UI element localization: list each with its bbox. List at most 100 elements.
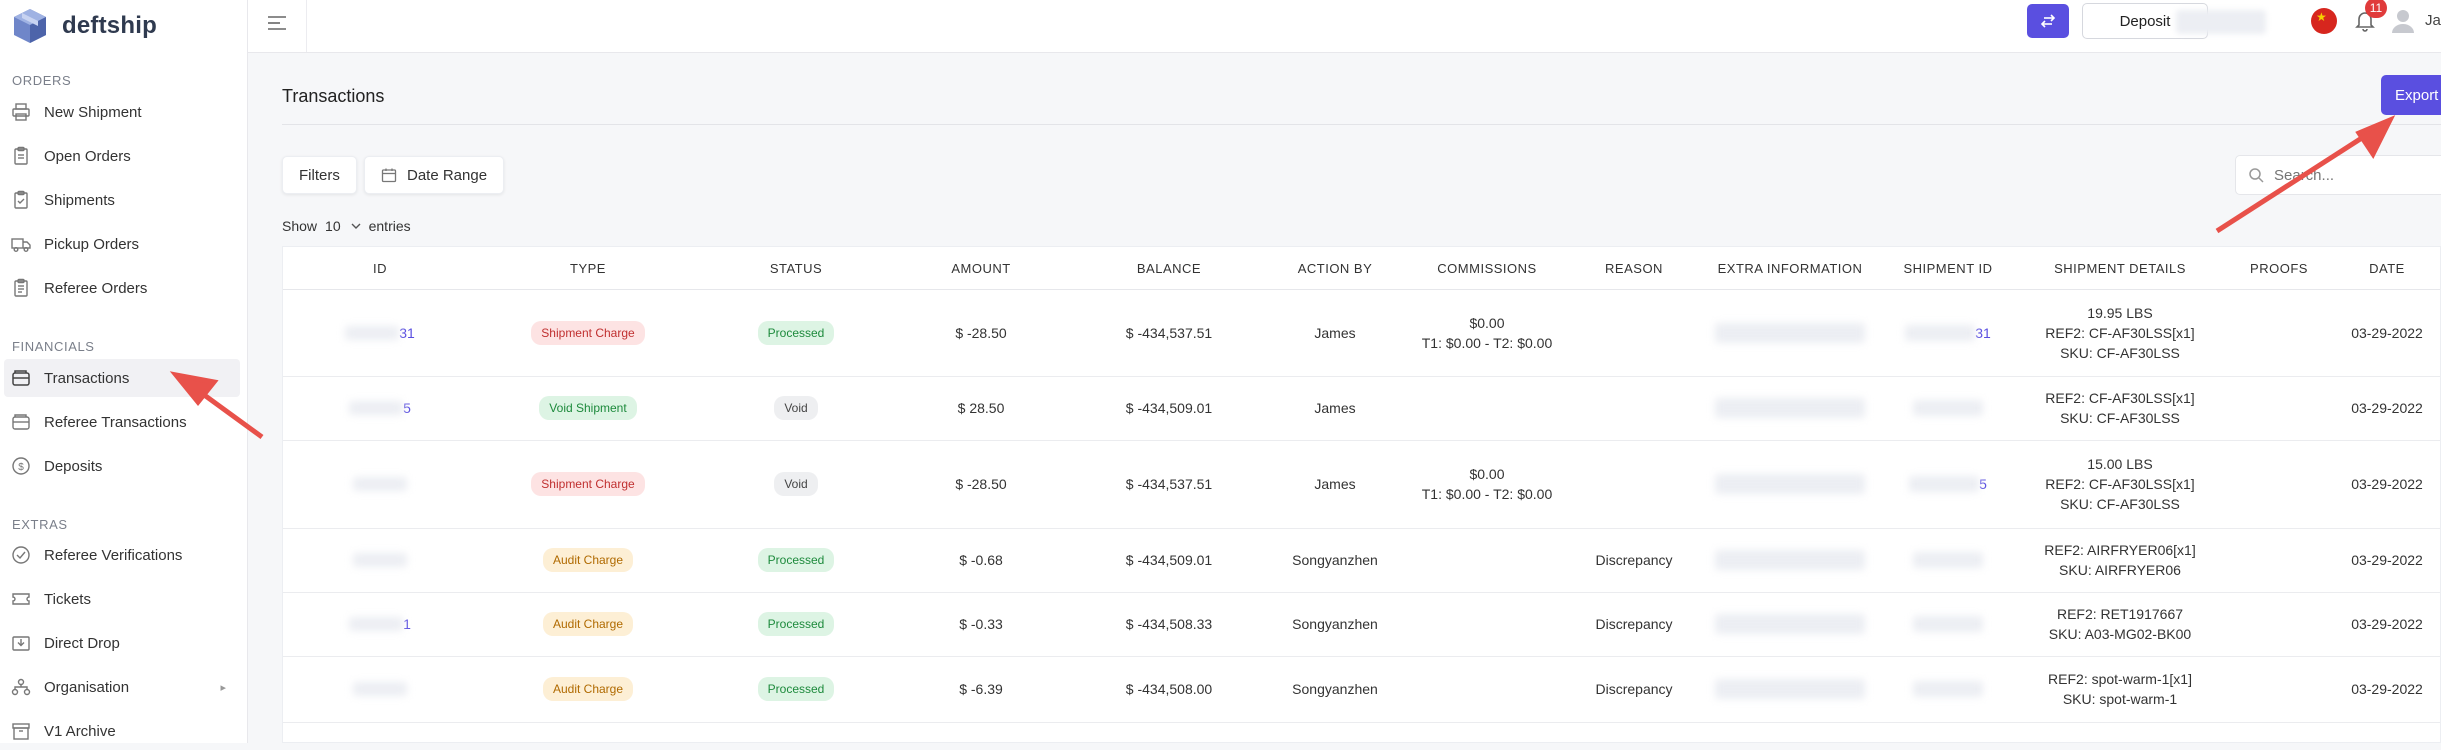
table-cell: 03-29-2022 — [2312, 528, 2440, 592]
column-header[interactable]: SHIPMENT DETAILS — [2045, 247, 2195, 289]
date-value: 03-29-2022 — [2351, 324, 2423, 341]
table-cell: 15.00 LBS REF2: CF-AF30LSS[x1] SKU: CF-AF3… — [2020, 440, 2220, 528]
shipment-detail-line: SKU: CF-AF30LSS — [2060, 344, 2180, 361]
entries-select[interactable]: 10 — [325, 218, 361, 234]
type-badge: Shipment Charge — [531, 472, 645, 496]
avatar[interactable] — [2389, 6, 2417, 34]
table-cell — [1397, 656, 1577, 722]
transactions-table: ID TYPE STATUS AMOUNT BALANCE ACTION BY COMMIS… — [282, 246, 2441, 743]
brand-name: deftship — [62, 12, 157, 39]
action-by-value: James — [1314, 400, 1356, 416]
column-header[interactable]: ID — [305, 247, 455, 289]
sidebar-item-label: Transactions — [44, 369, 130, 387]
topbar-divider — [306, 0, 307, 52]
sidebar-item-tickets[interactable]: Tickets — [0, 580, 240, 618]
sidebar-item-organisation[interactable]: Organisation ▸ — [0, 668, 240, 706]
sidebar-item-deposits[interactable]: $ Deposits — [0, 447, 240, 485]
sidebar-item-open-orders[interactable]: Open Orders — [0, 137, 240, 175]
sidebar-item-referee-orders[interactable]: Referee Orders — [0, 269, 240, 307]
china-flag-icon[interactable] — [2311, 8, 2337, 34]
column-header[interactable]: TYPE — [513, 247, 663, 289]
sidebar-item-v1-archive[interactable]: V1 Archive — [0, 712, 240, 750]
amount-value: $ 28.50 — [957, 400, 1005, 416]
filters-button[interactable]: Filters — [282, 156, 357, 194]
amount-value: $ -0.33 — [959, 616, 1003, 632]
calendar-icon — [381, 168, 397, 183]
table-cell: Processed — [721, 656, 871, 722]
org-chart-icon — [10, 676, 32, 698]
action-by-value: Songyanzhen — [1292, 552, 1378, 568]
table-cell — [1397, 528, 1577, 592]
search-input[interactable] — [2272, 165, 2426, 185]
switch-button[interactable] — [2027, 4, 2069, 38]
sidebar-item-referee-verifications[interactable]: Referee Verifications — [0, 536, 240, 574]
shipment-detail-line: REF2: CF-AF30LSS[x1] — [2045, 324, 2195, 341]
sidebar-item-shipments[interactable]: Shipments — [0, 181, 240, 219]
column-header[interactable]: DATE — [2312, 247, 2440, 289]
notification-badge: 11 — [2365, 0, 2387, 18]
table-cell — [1705, 440, 1875, 528]
redacted-id — [349, 401, 404, 415]
column-header[interactable]: COMMISSIONS — [1412, 247, 1562, 289]
transaction-id-link[interactable]: 31 — [399, 323, 415, 343]
menu-toggle-icon[interactable] — [266, 12, 288, 34]
table-row[interactable]: 1 Audit Charge Processed $ -0.33 $ -434,508.… — [283, 592, 2440, 657]
balance-value: $ -434,508.00 — [1125, 681, 1213, 697]
type-badge: Audit Charge — [542, 548, 634, 572]
table-row[interactable]: Audit Charge Processed $ -6.39 $ -434,508.0… — [283, 656, 2440, 723]
date-range-button[interactable]: Date Range — [364, 156, 505, 194]
table-cell: Audit Charge — [513, 592, 663, 656]
sidebar-item-label: V1 Archive — [44, 722, 116, 740]
column-header[interactable]: EXTRA INFORMATION — [1715, 247, 1865, 289]
user-name[interactable]: Ja — [2425, 12, 2441, 29]
action-by-value: James — [1314, 476, 1356, 492]
table-row[interactable]: Shipment Charge Void $ -28.50 $ -434,537.51… — [283, 440, 2440, 529]
sidebar-item-label: Shipments — [44, 191, 115, 209]
table-cell: 31 — [1873, 289, 2023, 376]
wallet-icon — [10, 411, 32, 433]
type-badge: Void Shipment — [539, 396, 637, 420]
column-header[interactable]: AMOUNT — [906, 247, 1056, 289]
status-badge: Void — [774, 396, 818, 420]
balance-value: $ -434,509.01 — [1125, 400, 1213, 416]
brand[interactable]: deftship — [10, 6, 157, 46]
table-row[interactable] — [283, 722, 2440, 742]
shipment-id-link[interactable]: 5 — [1979, 474, 1987, 494]
column-header[interactable]: BALANCE — [1094, 247, 1244, 289]
sidebar-item-label: Referee Transactions — [44, 413, 187, 431]
column-header[interactable]: STATUS — [721, 247, 871, 289]
date-value: 03-29-2022 — [2351, 681, 2423, 697]
column-header[interactable]: ACTION BY — [1260, 247, 1410, 289]
sidebar-item-transactions[interactable]: Transactions — [4, 359, 240, 397]
search-box[interactable] — [2235, 155, 2441, 195]
shipment-detail-line: REF2: CF-AF30LSS[x1] — [2045, 476, 2195, 492]
table-cell — [1705, 656, 1875, 722]
sidebar-item-label: Tickets — [44, 590, 91, 608]
table-cell: $ -434,508.00 — [1094, 656, 1244, 722]
transaction-id-link[interactable]: 5 — [403, 398, 411, 418]
table-cell: Discrepancy — [1559, 656, 1709, 722]
table-cell — [1705, 289, 1875, 376]
table-cell: Songyanzhen — [1260, 528, 1410, 592]
table-cell: REF2: RET1917667 SKU: A03-MG02-BK00 — [2020, 592, 2220, 656]
export-button[interactable]: Export — [2381, 75, 2441, 115]
sidebar-item-new-shipment[interactable]: New Shipment — [0, 93, 240, 131]
shipment-detail-line: SKU: A03-MG02-BK00 — [2048, 626, 2192, 642]
table-cell: 03-29-2022 — [2312, 376, 2440, 440]
sidebar-item-direct-drop[interactable]: Direct Drop — [0, 624, 240, 662]
column-header[interactable]: REASON — [1559, 247, 1709, 289]
table-cell: $ -6.39 — [906, 656, 1056, 722]
type-badge: Shipment Charge — [531, 320, 645, 345]
sidebar-item-pickup-orders[interactable]: Pickup Orders — [0, 225, 240, 263]
column-header[interactable]: SHIPMENT ID — [1873, 247, 2023, 289]
table-cell: Void — [721, 376, 871, 440]
table-cell: Audit Charge — [513, 528, 663, 592]
action-by-value: Songyanzhen — [1292, 616, 1378, 632]
transaction-id-link[interactable]: 1 — [403, 614, 411, 634]
sidebar-item-label: Referee Orders — [44, 279, 148, 297]
table-row[interactable]: Audit Charge Processed $ -0.68 $ -434,509.0… — [283, 528, 2440, 593]
shipment-id-link[interactable]: 31 — [1975, 323, 1991, 343]
sidebar-item-referee-transactions[interactable]: Referee Transactions — [0, 403, 240, 441]
table-row[interactable]: 5 Void Shipment Void $ 28.50 $ -434,509.01 Ja… — [283, 376, 2440, 441]
table-row[interactable]: 31 Shipment Charge Processed $ -28.50 $ -434… — [283, 289, 2440, 377]
